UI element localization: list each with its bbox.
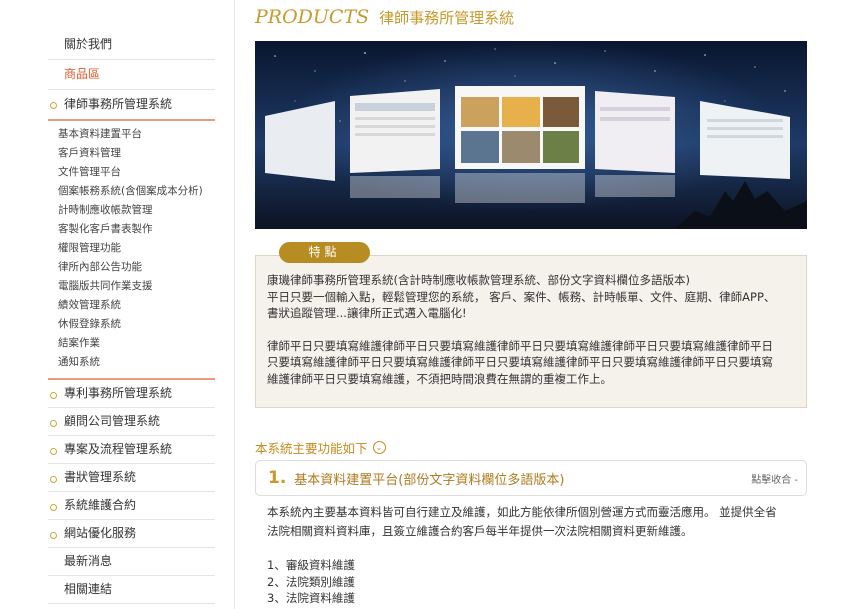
subnav-item[interactable]: 文件管理平台	[58, 163, 215, 182]
page-title: PRODUCTS 律師事務所管理系統	[255, 0, 807, 34]
product-banner	[255, 41, 807, 229]
subnav-item[interactable]: 律所內部公告功能	[58, 258, 215, 277]
subnav: 基本資料建置平台 客戶資料管理 文件管理平台 個案帳務系統(含個案成本分析) 計…	[48, 121, 215, 380]
nav-pleading-system[interactable]: 書狀管理系統	[48, 464, 215, 492]
features-line: 康璣律師事務所管理系統(含計時制應收帳款管理系統、部份文字資料欄位多語版本)	[267, 273, 690, 287]
features-line: 律師平日只要填寫維護律師平日只要填寫維護律師平日只要填寫維護律師平日只要填寫維護…	[267, 338, 773, 353]
page-title-zh: 律師事務所管理系統	[379, 8, 515, 27]
subnav-item[interactable]: 計時制應收帳款管理	[58, 201, 215, 220]
sidebar-divider	[234, 0, 235, 609]
subnav-item[interactable]: 客製化客戶書表製作	[58, 220, 215, 239]
accordion-body: 本系統內主要基本資料皆可自行建立及維護，如此方能依律所個別營運方式而靈活應用。 …	[267, 503, 797, 541]
list-item: 2、法院類別維護	[267, 574, 355, 589]
main-content: PRODUCTS 律師事務所管理系統 特點 康璣律師事務所管理系統(含計時制應收…	[255, 0, 807, 605]
accordion-number: 1.	[268, 468, 287, 488]
accordion-title: 基本資料建置平台(部份文字資料欄位多語版本)	[294, 472, 565, 488]
accordion-header[interactable]: 1. 基本資料建置平台(部份文字資料欄位多語版本) 點擊收合 -	[255, 460, 807, 496]
list-item: 1、審級資料維護	[267, 558, 355, 572]
body-line: 本系統內主要基本資料皆可自行建立及維護，如此方能依律所個別營運方式而靈活應用。 …	[267, 505, 777, 519]
nav-links[interactable]: 相關連結	[48, 576, 215, 604]
subnav-item[interactable]: 通知系統	[58, 353, 215, 372]
body-line: 法院相關資料資料庫，且簽立維護合約客戶每半年提供一次法院相關資料更新維護。	[267, 524, 693, 538]
features-line: 平日只要一個輸入點，輕鬆管理您的系統， 客戶、案件、帳務、計時帳單、文件、庭期、…	[267, 289, 776, 304]
features-text: 康璣律師事務所管理系統(含計時制應收帳款管理系統、部份文字資料欄位多語版本) 平…	[267, 272, 797, 387]
nav-products[interactable]: 商品區	[48, 60, 215, 90]
feature-list: 1、審級資料維護 2、法院類別維護 3、法院資料維護	[267, 557, 355, 607]
subnav-item[interactable]: 權限管理功能	[58, 239, 215, 258]
page-title-en: PRODUCTS	[255, 6, 370, 28]
subnav-item[interactable]: 電腦版共同作業支援	[58, 277, 215, 296]
main-functions-label: 本系統主要功能如下	[255, 441, 368, 456]
chevron-down-circle-icon: ⌄	[372, 441, 386, 454]
sidebar: 關於我們 商品區 律師事務所管理系統 基本資料建置平台 客戶資料管理 文件管理平…	[48, 0, 215, 609]
subnav-item[interactable]: 績效管理系統	[58, 296, 215, 315]
features-tab: 特點	[279, 242, 370, 263]
banner-image	[255, 41, 807, 229]
features-line: 書狀追蹤管理...讓律所正式邁入電腦化!	[267, 306, 467, 320]
features-line: 維護律師平日只要填寫維護，不須把時間浪費在無謂的重複工作上。	[267, 371, 612, 386]
subnav-item[interactable]: 個案帳務系統(含個案成本分析)	[58, 182, 215, 201]
nav-law-firm-system[interactable]: 律師事務所管理系統	[48, 90, 215, 121]
list-item: 3、法院資料維護	[267, 591, 355, 605]
nav-seo-service[interactable]: 網站優化服務	[48, 520, 215, 548]
nav-about[interactable]: 關於我們	[48, 30, 215, 60]
nav-news[interactable]: 最新消息	[48, 548, 215, 576]
nav-maintenance-contract[interactable]: 系統維護合約	[48, 492, 215, 520]
features-line: 只要填寫維護律師平日只要填寫維護律師平日只要填寫維護律師平日只要填寫維護律師平日…	[267, 355, 773, 369]
main-functions-heading[interactable]: 本系統主要功能如下 ⌄	[255, 438, 386, 457]
subnav-item[interactable]: 休假登錄系統	[58, 315, 215, 334]
collapse-toggle[interactable]: 點擊收合 -	[751, 471, 798, 486]
subnav-item[interactable]: 基本資料建置平台	[58, 125, 215, 144]
subnav-item[interactable]: 結案作業	[58, 334, 215, 353]
nav-consulting-system[interactable]: 顧問公司管理系統	[48, 408, 215, 436]
nav-patent-system[interactable]: 專利事務所管理系統	[48, 380, 215, 408]
nav-project-system[interactable]: 專案及流程管理系統	[48, 436, 215, 464]
subnav-item[interactable]: 客戶資料管理	[58, 144, 215, 163]
